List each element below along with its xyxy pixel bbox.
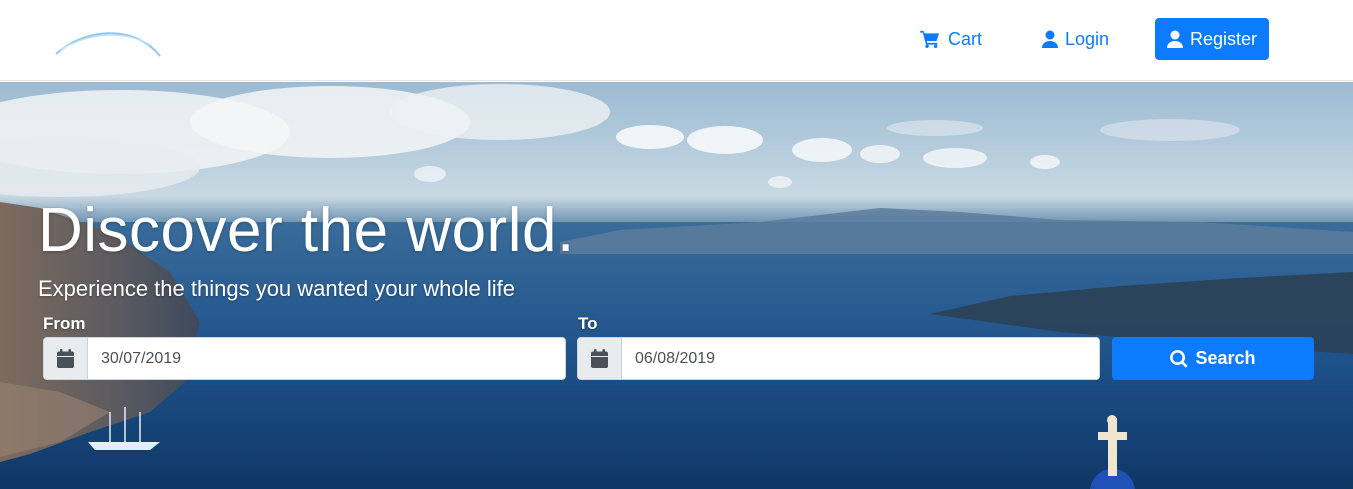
register-button[interactable]: Register — [1155, 18, 1269, 60]
from-date-input[interactable] — [88, 338, 565, 379]
to-date-input[interactable] — [622, 338, 1099, 379]
cart-icon — [920, 30, 940, 48]
cart-link[interactable]: Cart — [920, 18, 982, 60]
login-label: Login — [1065, 28, 1110, 49]
from-date-group — [43, 337, 566, 380]
cart-label: Cart — [948, 28, 983, 49]
logo-arc-icon — [55, 32, 161, 57]
calendar-icon — [57, 349, 74, 368]
search-button-label: Search — [1195, 348, 1256, 368]
search-icon — [1170, 349, 1189, 368]
calendar-icon — [591, 349, 608, 368]
to-calendar-addon — [578, 338, 622, 379]
logo[interactable] — [52, 20, 164, 60]
hero-banner: Discover the world. Experience the thing… — [0, 82, 1353, 489]
user-icon — [1042, 30, 1058, 48]
to-label: To — [578, 314, 598, 333]
hero-subtitle: Experience the things you wanted your wh… — [38, 276, 515, 301]
search-button[interactable]: Search — [1112, 337, 1314, 380]
login-link[interactable]: Login — [1042, 18, 1109, 60]
from-calendar-addon — [44, 338, 88, 379]
user-icon — [1166, 30, 1183, 48]
hero-title: Discover the world. — [38, 196, 575, 265]
from-label: From — [43, 314, 86, 333]
navbar: Cart Login Register — [0, 0, 1353, 81]
register-label: Register — [1189, 28, 1258, 49]
to-date-group — [577, 337, 1100, 380]
